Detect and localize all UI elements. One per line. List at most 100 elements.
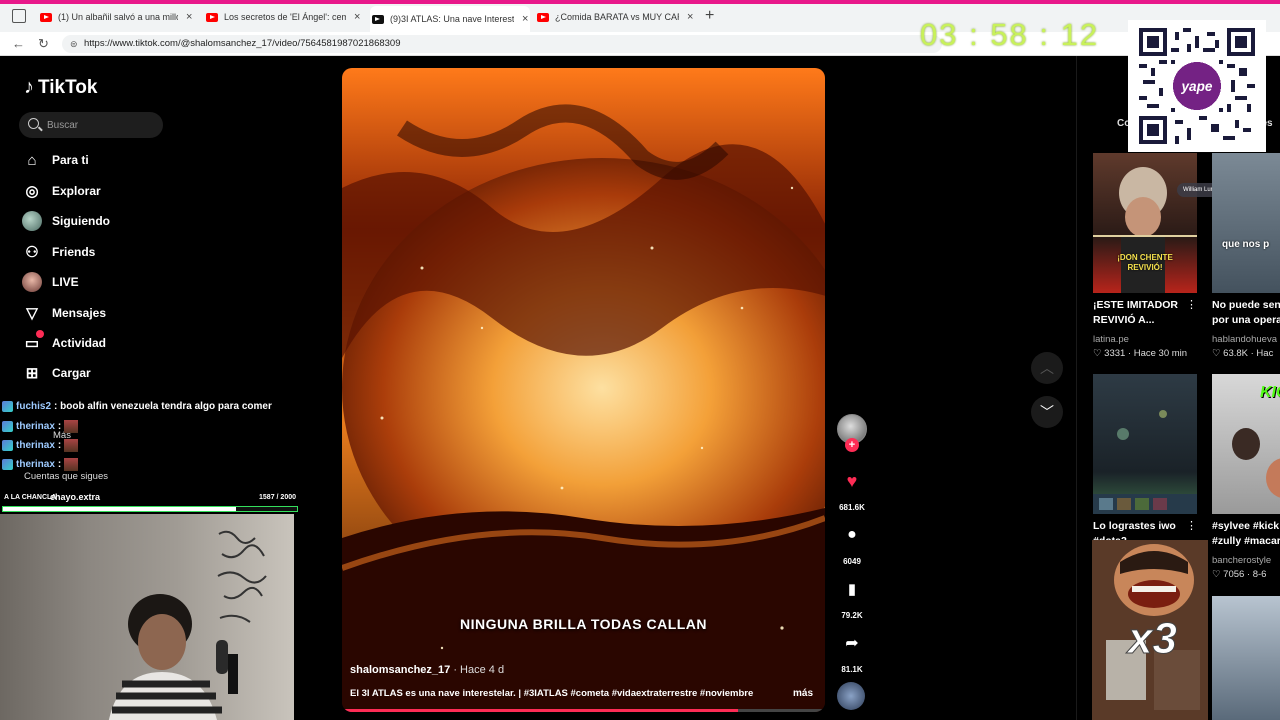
card-time: · Hace 30 min [1125,348,1188,359]
close-icon[interactable]: × [186,11,192,23]
tab-2[interactable]: Los secretos de 'El Ángel': cemen × [206,6,366,28]
nav-cargar[interactable]: ⊞ Cargar [22,363,91,383]
site-info-icon[interactable]: ⊜ [70,35,78,53]
card-author[interactable]: bancherostyle [1212,555,1271,566]
url-field[interactable]: ⊜ https://www.tiktok.com/@shalomsanchez_… [62,35,942,53]
home-icon: ⌂ [27,151,37,169]
tab-actions-icon[interactable] [12,9,26,23]
close-icon[interactable]: × [354,11,360,23]
tiktok-logo[interactable]: ♪ TikTok [24,76,97,99]
chat-message: fuchis2 : boob alfin venezuela tendra al… [2,401,272,412]
nav-friends[interactable]: ⚇ Friends [22,242,95,262]
share-icon[interactable]: ➦ [837,628,867,658]
search-icon [28,118,39,129]
search-input[interactable] [47,112,157,138]
bookmark-icon[interactable]: ▮ [837,574,867,604]
nav-mensajes[interactable]: ▽ Mensajes [22,303,106,323]
nav-label: Actividad [52,336,107,350]
card-author[interactable]: latina.pe [1093,334,1129,345]
card-time: · 8-6 [1244,569,1267,580]
previous-video-button[interactable]: ︿ [1031,352,1063,384]
next-video-button[interactable]: ﹀ [1031,396,1063,428]
video-username[interactable]: shalomsanchez_17 [350,664,450,676]
tab-1[interactable]: (1) Un albañil salvó a una millona × [40,6,200,28]
tiktok-icon [372,14,384,24]
like-heart-icon[interactable]: ♥ [837,466,867,496]
reload-icon[interactable]: ↻ [38,36,49,52]
nav-para-ti[interactable]: ⌂ Para ti [22,150,88,170]
music-disc-icon[interactable] [837,682,865,710]
description-more-button[interactable]: más [793,688,813,699]
nav-label: Mensajes [52,306,107,320]
kick-logo-text: KICK [1260,384,1280,401]
card-author[interactable]: hablandohueva [1212,334,1277,345]
screen: (1) Un albañil salvó a una millona × Los… [0,0,1280,720]
more-options-icon[interactable]: ⋮ [1186,519,1197,532]
logo-text: TikTok [38,76,98,98]
card-likes: 63.8K [1223,348,1248,359]
tiktok-note-icon: ♪ [24,76,34,98]
close-icon[interactable]: × [522,13,528,25]
tab-3-active[interactable]: (9)3I ATLAS: Una nave Interestelar y V × [370,6,530,32]
emote-icon [64,420,79,433]
card-title[interactable]: No puede sen [1212,298,1280,313]
card-title[interactable]: por una opera [1212,313,1280,328]
youtube-icon [537,12,549,22]
chat-message: therinax : [2,439,79,452]
card-thumbnail[interactable] [1212,596,1280,720]
tab-title: Los secretos de 'El Ángel': cemen [224,12,346,22]
chat-badge-icon [2,440,13,451]
close-icon[interactable]: × [687,11,693,23]
chat-user: therinax [16,440,55,451]
video-progress-bar[interactable] [342,709,825,712]
nav-siguiendo[interactable]: Siguiendo [22,211,110,231]
following-account[interactable]: chayo.extra [50,492,100,502]
goal-track [2,506,298,512]
chat-text: : [57,421,62,432]
chat-message: therinax : [2,420,79,433]
card-title[interactable]: Lo lograstes iwo [1093,519,1176,534]
card-thumbnail[interactable]: KICK [1212,374,1280,514]
tab-title: (1) Un albañil salvó a una millona [58,12,178,22]
tab-4[interactable]: ¿Comida BARATA vs MUY CARA? S × [537,6,697,28]
card-overlay-text: que nos p [1222,239,1270,250]
live-avatar-icon [22,272,42,292]
card-thumbnail[interactable]: ¡DON CHENTE REVIVIÓ! [1093,153,1197,293]
comment-icon[interactable]: ● [837,520,867,550]
laugh-meme-overlay: x3 [1092,540,1208,720]
card-meta: ♡ 7056 · 8-6 [1212,569,1267,580]
nav-explorar[interactable]: ◎ Explorar [22,181,100,201]
new-tab-icon[interactable]: + [705,7,714,25]
comment-count: 6049 [843,557,861,566]
back-icon[interactable]: ← [12,36,25,51]
search-box[interactable] [19,112,163,138]
chat-user: therinax [16,459,55,470]
qr-code-image: yape [1139,28,1255,144]
avatar-icon [22,211,42,231]
goal-bar: A LA CHANCLA chayo.extra 1587 / 2000 [2,492,298,514]
card-title[interactable]: ¡ESTE IMITADOR [1093,298,1178,313]
card-title[interactable]: #sylvee #kick [1212,519,1279,534]
card-thumbnail[interactable]: que nos p [1212,153,1280,293]
nav-live[interactable]: LIVE [22,272,79,292]
more-options-icon[interactable]: ⋮ [1186,298,1197,311]
chat-user: fuchis2 [16,401,52,412]
card-title[interactable]: REVIVIÓ A... [1093,313,1154,328]
nav-label: Friends [52,245,96,259]
card-likes: 3331 [1104,348,1126,359]
card-meta: ♡ 63.8K · Hac [1212,348,1274,359]
follow-plus-icon[interactable]: + [845,438,859,452]
video-time: · Hace 4 d [450,664,505,676]
chat-badge-icon [2,401,13,412]
nav-label: LIVE [52,275,79,289]
card-title[interactable]: #zully #macar [1212,534,1280,549]
video-author[interactable]: shalomsanchez_17 · Hace 4 d [350,664,504,676]
yape-qr-code: yape [1128,20,1266,152]
yape-logo-text: yape [1181,79,1213,94]
card-likes: 7056 [1223,569,1245,580]
save-count: 79.2K [841,611,863,620]
video-player[interactable]: NINGUNA BRILLA TODAS CALLAN shalomsanche… [342,68,825,712]
card-thumbnail[interactable] [1093,374,1197,514]
nav-label: Siguiendo [52,214,110,228]
nav-actividad[interactable]: ▭ Actividad [22,330,107,353]
